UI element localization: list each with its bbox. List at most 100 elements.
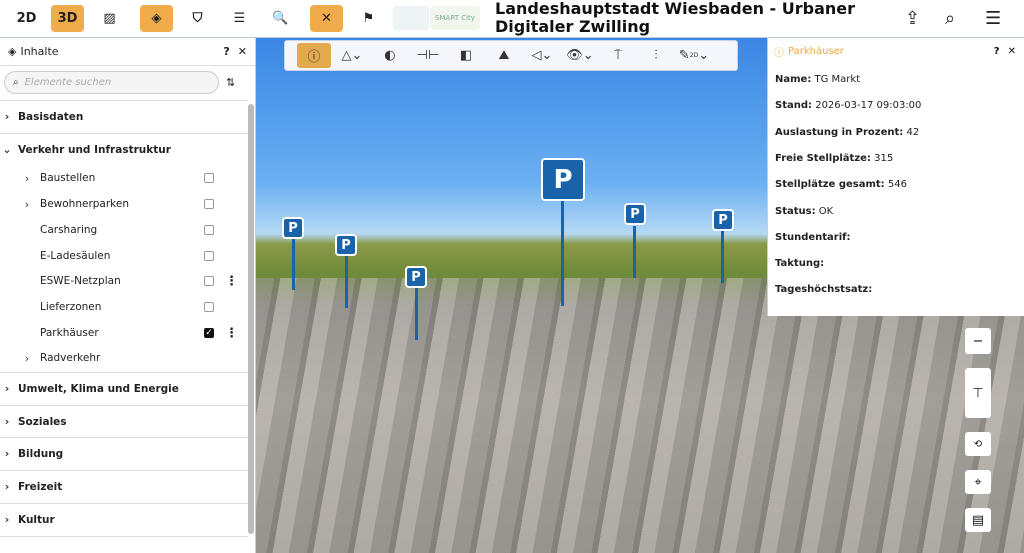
pin-icon[interactable]: ⍑ xyxy=(601,43,635,68)
info-field: Stand: 2026-03-17 09:03:00 xyxy=(775,100,921,111)
checkbox[interactable] xyxy=(204,302,214,312)
layer-label: Lieferzonen xyxy=(40,301,101,313)
layer-label: Carsharing xyxy=(40,224,97,236)
header: 2D 3D ▨ ◈ ⛉ ☰ 🔍 ✕ ⚑ SMART City Landeshau… xyxy=(0,0,1024,38)
profile-icon[interactable]: ⫶ xyxy=(639,43,673,68)
measure-icon[interactable]: △⌄ xyxy=(335,43,369,68)
compare-icon[interactable]: ◧ xyxy=(449,43,483,68)
info-field: Name: TG Markt xyxy=(775,74,860,85)
info-field: Tageshöchstsatz: xyxy=(775,284,872,295)
info-icon[interactable]: ⓘ xyxy=(297,43,331,68)
share-icon[interactable]: ⇪ xyxy=(905,8,920,29)
info-field: Status: OK xyxy=(775,206,833,217)
sort-icon[interactable]: ⇅ xyxy=(226,76,235,89)
group-kultur[interactable]: ›Kultur xyxy=(0,503,248,535)
layer-radverkehr[interactable]: ›Radverkehr xyxy=(0,345,248,371)
title-line1: Landeshauptstadt Wiesbaden - Urbaner xyxy=(495,0,855,18)
layer-bewohnerparken[interactable]: ›Bewohnerparken xyxy=(0,191,248,217)
more-options-icon[interactable]: ⋮ xyxy=(225,326,238,341)
info-field: Taktung: xyxy=(775,258,824,269)
layer-carsharing[interactable]: Carsharing xyxy=(0,217,248,243)
more-options-icon[interactable]: ⋮ xyxy=(225,274,238,289)
layer-e-ladesaeulen[interactable]: E-Ladesäulen xyxy=(0,243,248,269)
image-icon[interactable]: ▨ xyxy=(93,5,126,32)
zoom-out-button[interactable]: − xyxy=(965,328,991,354)
group-basisdaten[interactable]: ›Basisdaten xyxy=(0,100,248,132)
group-freizeit[interactable]: ›Freizeit xyxy=(0,470,248,502)
group-bildung[interactable]: ›Bildung xyxy=(0,437,248,469)
terrain-icon[interactable]: ⛰ xyxy=(487,43,521,68)
title-line2: Digitaler Zwilling xyxy=(495,18,855,36)
parking-marker[interactable]: P xyxy=(405,266,427,288)
sidebar-header: ◈ Inhalte ? ✕ xyxy=(0,38,255,66)
viewshed-icon[interactable]: ◁⌄ xyxy=(525,43,559,68)
field-label: Taktung: xyxy=(775,258,824,269)
tilt-slider[interactable]: ⊤ xyxy=(965,368,991,418)
group-umwelt[interactable]: ›Umwelt, Klima und Energie xyxy=(0,372,248,404)
rotate-360-icon[interactable]: ⟲ xyxy=(965,432,991,456)
field-value: OK xyxy=(819,206,833,217)
search-placeholder: Elemente suchen xyxy=(25,77,112,88)
search-document-icon[interactable]: 🔍 xyxy=(264,5,297,32)
tools-icon[interactable]: ✕ xyxy=(310,5,343,32)
page-title: Landeshauptstadt Wiesbaden - UrbanerDigi… xyxy=(495,0,855,36)
parking-marker[interactable]: P xyxy=(335,234,357,256)
search-input[interactable]: ⌕Elemente suchen xyxy=(4,71,219,94)
layer-eswe-netzplan[interactable]: ESWE-Netzplan ⋮ xyxy=(0,268,248,294)
legend-list-icon[interactable]: ☰ xyxy=(223,5,256,32)
field-value: 42 xyxy=(906,127,919,138)
checkbox[interactable] xyxy=(204,276,214,286)
close-icon[interactable]: ✕ xyxy=(238,45,247,58)
visibility-icon[interactable]: 👁⌄ xyxy=(563,43,597,68)
layer-parkhaeuser[interactable]: Parkhäuser ✓ ⋮ xyxy=(0,320,248,346)
parking-marker[interactable]: P xyxy=(282,217,304,239)
help-icon[interactable]: ? xyxy=(223,45,229,58)
layers-icon[interactable]: ◈ xyxy=(140,5,173,32)
group-label: Kultur xyxy=(18,514,55,526)
checkbox[interactable] xyxy=(204,251,214,261)
group-collapsed[interactable] xyxy=(0,536,248,553)
mode-3d-button[interactable]: 3D xyxy=(51,5,84,32)
location-icon[interactable]: ⌖ xyxy=(965,470,991,494)
checkbox[interactable] xyxy=(204,199,214,209)
info-field: Auslastung in Prozent: 42 xyxy=(775,127,919,138)
parking-marker[interactable]: P xyxy=(624,203,646,225)
parking-marker[interactable]: P xyxy=(712,209,734,231)
map-toolbar: ⓘ △⌄ ◐ ⊣⊢ ◧ ⛰ ◁⌄ 👁⌄ ⍑ ⫶ ✎2D⌄ xyxy=(284,40,738,71)
menu-icon[interactable]: ☰ xyxy=(985,8,1001,29)
field-label: Stundentarif: xyxy=(775,232,851,243)
flag-icon[interactable]: ⚑ xyxy=(352,5,385,32)
checkbox-checked[interactable]: ✓ xyxy=(204,328,214,338)
parking-marker-selected[interactable]: P xyxy=(541,158,585,201)
split-icon[interactable]: ⊣⊢ xyxy=(411,43,445,68)
field-label: Stellplätze gesamt: xyxy=(775,179,885,190)
close-icon[interactable]: ✕ xyxy=(1008,46,1016,57)
checkbox[interactable] xyxy=(204,173,214,183)
map-draw-icon[interactable]: ⛉ xyxy=(181,5,214,32)
checkbox[interactable] xyxy=(204,225,214,235)
layer-label: Radverkehr xyxy=(40,352,100,364)
layer-lieferzonen[interactable]: Lieferzonen xyxy=(0,294,248,320)
layer-baustellen[interactable]: ›Baustellen xyxy=(0,165,248,191)
layer-label: ESWE-Netzplan xyxy=(40,275,121,287)
group-label: Freizeit xyxy=(18,481,62,493)
layer-label: Bewohnerparken xyxy=(40,198,129,210)
field-value: TG Markt xyxy=(815,74,861,85)
sidebar-scrollbar[interactable] xyxy=(248,104,254,534)
layer-label: Parkhäuser xyxy=(40,327,99,339)
mode-2d-button[interactable]: 2D xyxy=(10,5,43,32)
group-verkehr[interactable]: ⌄Verkehr und Infrastruktur xyxy=(0,133,248,165)
layer-label: E-Ladesäulen xyxy=(40,250,110,262)
group-label: Basisdaten xyxy=(18,111,83,123)
draw-2d-icon[interactable]: ✎2D⌄ xyxy=(677,43,711,68)
group-soziales[interactable]: ›Soziales xyxy=(0,405,248,437)
shadow-icon[interactable]: ◐ xyxy=(373,43,407,68)
help-icon[interactable]: ? xyxy=(994,46,1000,57)
group-label: Umwelt, Klima und Energie xyxy=(18,383,179,395)
draw-2d-label: 2D xyxy=(690,52,698,59)
info-icon: ⓘ xyxy=(774,44,784,59)
layers-icon: ◈ xyxy=(8,45,16,58)
search-icon[interactable]: ⌕ xyxy=(945,8,955,29)
map-guide-icon[interactable]: ▤ xyxy=(965,508,991,532)
info-header: ⓘParkhäuser ?✕ xyxy=(768,38,1024,65)
